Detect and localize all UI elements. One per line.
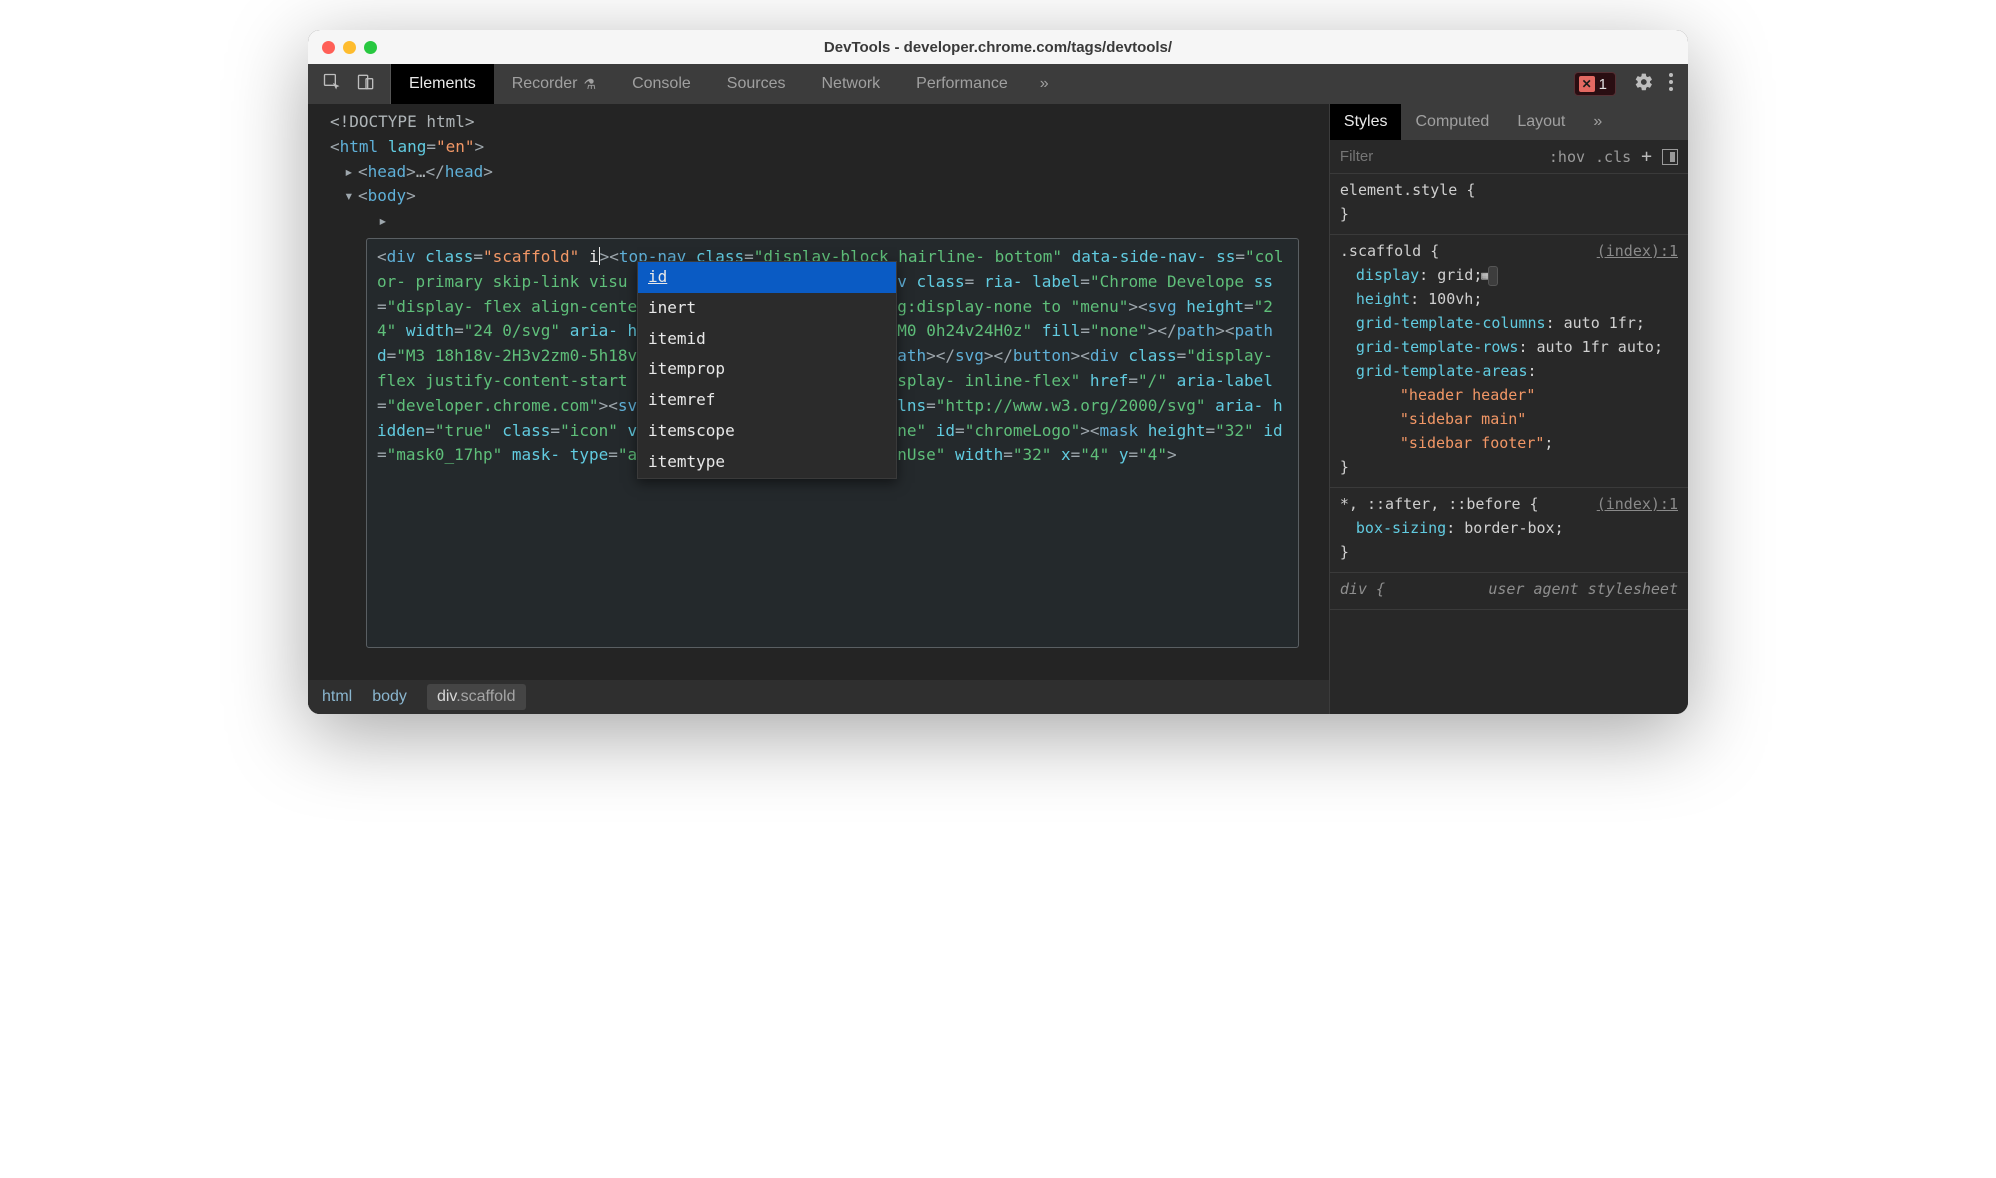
rule-origin: user agent stylesheet [1488,577,1678,601]
cls-toggle[interactable]: .cls [1595,148,1631,166]
css-declaration[interactable]: height: 100vh; [1340,287,1678,311]
tab-performance[interactable]: Performance [898,64,1026,104]
styles-tab-more[interactable]: » [1579,104,1616,140]
css-declaration[interactable]: grid-template-columns: auto 1fr; [1340,311,1678,335]
styles-tab-computed[interactable]: Computed [1401,104,1503,140]
hov-toggle[interactable]: :hov [1549,148,1585,166]
kebab-menu-icon[interactable] [1668,72,1674,97]
more-tabs-button[interactable]: » [1026,64,1063,104]
error-icon: ✕ [1579,76,1595,92]
device-toolbar-icon[interactable] [356,72,376,97]
autocomplete-item[interactable]: id [638,262,896,293]
minimize-window-button[interactable] [343,41,356,54]
css-declaration[interactable]: grid-template-rows: auto 1fr auto; [1340,335,1678,359]
titlebar: DevTools - developer.chrome.com/tags/dev… [308,30,1688,64]
styles-tab-styles[interactable]: Styles [1330,104,1402,140]
autocomplete-item[interactable]: itemtype [638,447,896,478]
styles-rules-list[interactable]: element.style { } (index):1.scaffold {di… [1330,174,1688,714]
main-tab-bar: Elements Recorder⚗ Console Sources Netwo… [308,64,1688,104]
new-style-rule-button[interactable]: + [1641,146,1652,167]
autocomplete-item[interactable]: inert [638,293,896,324]
elements-dom-panel: <!DOCTYPE html> <html lang="en"> ▸<head>… [308,104,1329,714]
tab-console[interactable]: Console [614,64,709,104]
user-agent-rule[interactable]: user agent stylesheet div { [1330,573,1688,610]
devtools-window: DevTools - developer.chrome.com/tags/dev… [308,30,1688,714]
settings-gear-icon[interactable] [1634,72,1654,97]
css-declaration[interactable]: display: grid;▦ [1340,263,1678,287]
css-rule[interactable]: (index):1.scaffold {display: grid;▦heigh… [1330,235,1688,488]
attribute-autocomplete-popup: idinertitemiditempropitemrefitemscopeite… [637,261,897,479]
styles-filter-input[interactable] [1340,148,1539,165]
close-window-button[interactable] [322,41,335,54]
body-line[interactable]: ▾<body> [330,184,1329,209]
head-line[interactable]: ▸<head>…</head> [330,160,1329,185]
toggle-sidebar-icon[interactable] [1662,149,1678,165]
window-title: DevTools - developer.chrome.com/tags/dev… [308,39,1688,56]
grid-badge-icon[interactable]: ▦ [1488,266,1498,286]
css-declaration[interactable]: box-sizing: border-box; [1340,516,1678,540]
rule-origin-link[interactable]: (index):1 [1597,239,1678,263]
error-count: 1 [1599,76,1607,93]
autocomplete-item[interactable]: itemref [638,385,896,416]
tab-recorder[interactable]: Recorder⚗ [494,64,614,104]
selected-dom-node-editing[interactable]: <div class="scaffold" i><top-nav class="… [366,238,1299,648]
error-count-badge[interactable]: ✕ 1 [1574,72,1616,96]
autocomplete-item[interactable]: itemid [638,324,896,355]
maximize-window-button[interactable] [364,41,377,54]
breadcrumb-current[interactable]: div.scaffold [427,684,526,710]
doctype-line: <!DOCTYPE html> [330,110,1329,135]
inspect-element-icon[interactable] [322,72,342,97]
body-expand-caret[interactable]: ▸ [330,209,1329,234]
html-open-line[interactable]: <html lang="en"> [330,135,1329,160]
flask-icon: ⚗ [584,76,597,93]
dom-tree[interactable]: <!DOCTYPE html> <html lang="en"> ▸<head>… [308,104,1329,680]
main-tabs: Elements Recorder⚗ Console Sources Netwo… [391,64,1063,104]
css-rule[interactable]: (index):1*, ::after, ::before {box-sizin… [1330,488,1688,573]
tab-network[interactable]: Network [803,64,898,104]
styles-tab-bar: Styles Computed Layout » [1330,104,1688,140]
rule-origin-link[interactable]: (index):1 [1597,492,1678,516]
styles-panel: Styles Computed Layout » :hov .cls + ele… [1329,104,1688,714]
tab-sources[interactable]: Sources [709,64,804,104]
autocomplete-item[interactable]: itemscope [638,416,896,447]
styles-tab-layout[interactable]: Layout [1503,104,1579,140]
styles-filter-bar: :hov .cls + [1330,140,1688,174]
tab-elements[interactable]: Elements [391,64,494,104]
autocomplete-item[interactable]: itemprop [638,354,896,385]
element-style-rule[interactable]: element.style { } [1330,174,1688,235]
dom-breadcrumb: html body div.scaffold [308,680,1329,714]
breadcrumb-item[interactable]: body [372,688,407,706]
window-controls [322,41,377,54]
breadcrumb-item[interactable]: html [322,688,352,706]
